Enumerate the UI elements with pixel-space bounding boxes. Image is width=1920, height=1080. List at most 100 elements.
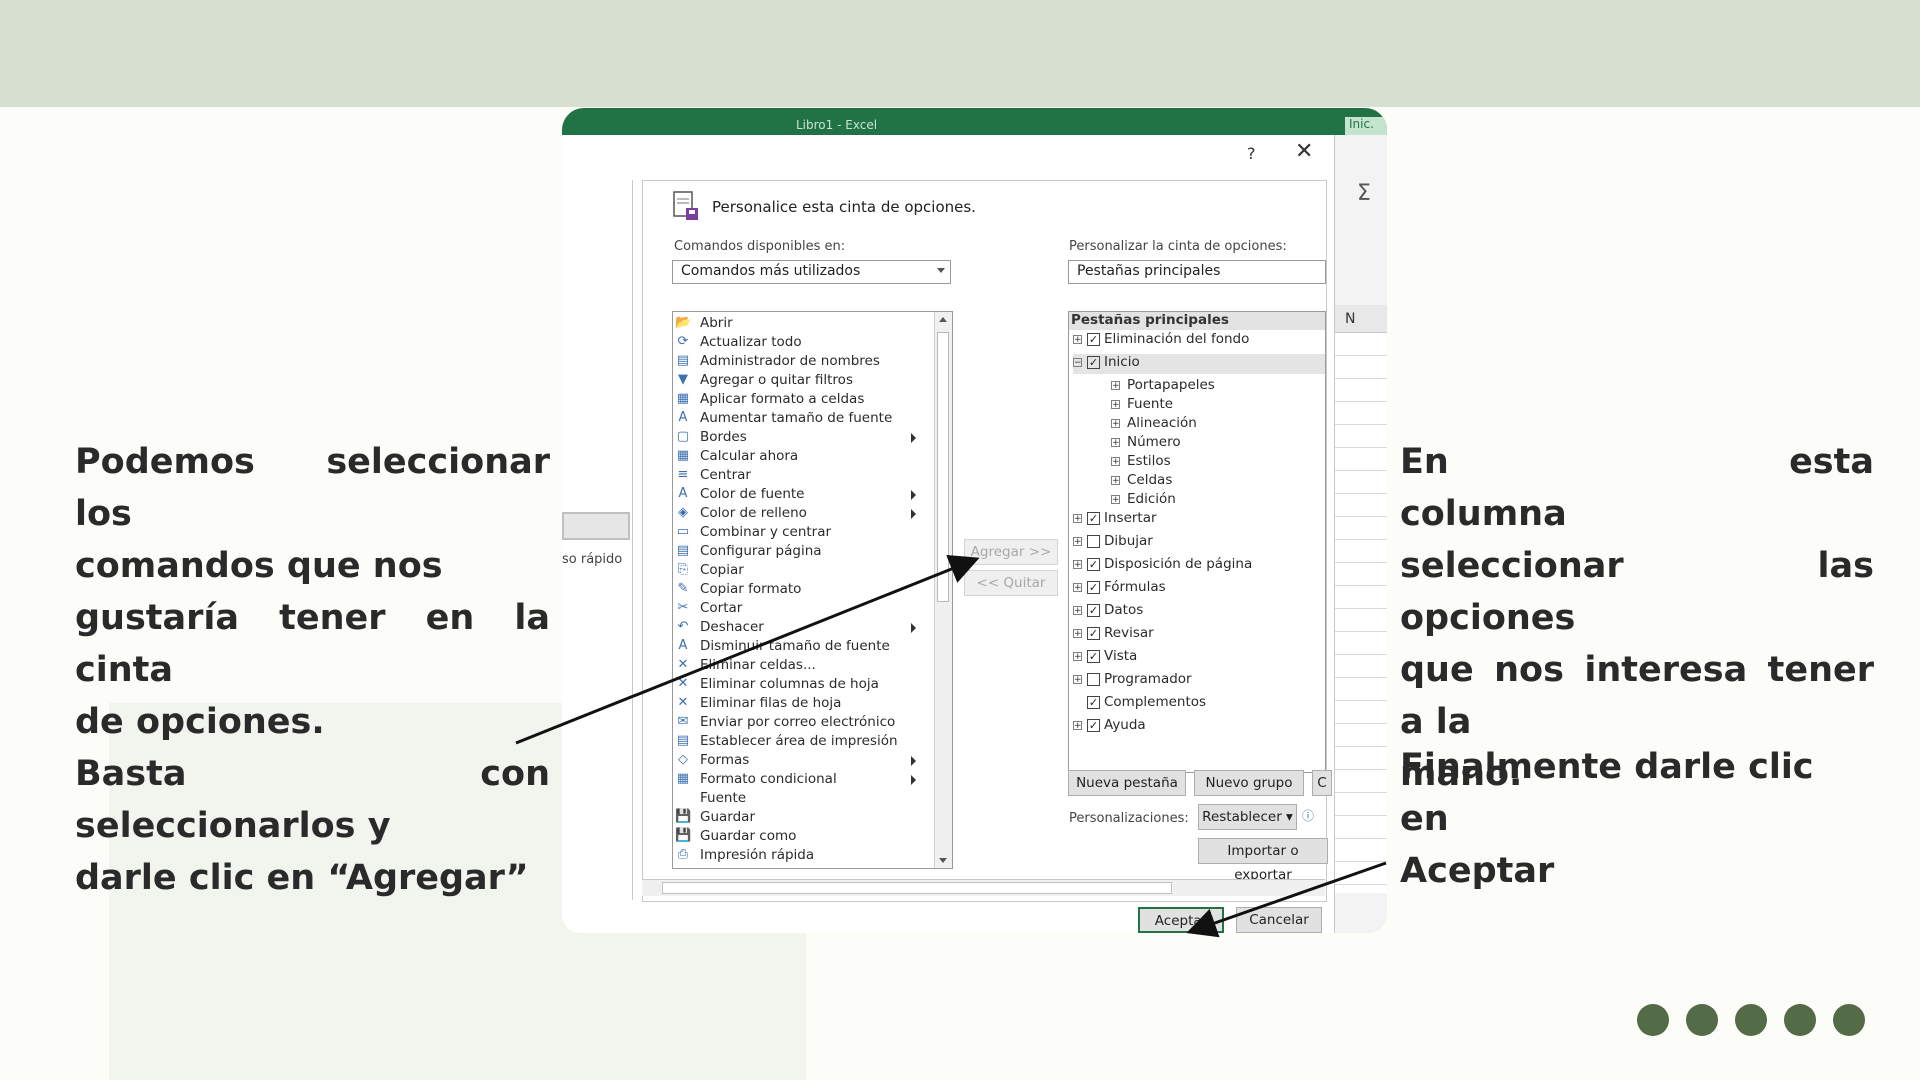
expand-icon[interactable]: + bbox=[1073, 629, 1082, 639]
scroll-down-icon[interactable] bbox=[939, 858, 947, 863]
command-item[interactable]: ✉ Enviar por correo electrónico bbox=[673, 713, 923, 732]
ok-button[interactable]: Aceptar bbox=[1138, 907, 1224, 933]
expand-icon[interactable]: + bbox=[1073, 721, 1082, 731]
tab-inicio-stub[interactable]: Inic. bbox=[1345, 117, 1387, 135]
command-item[interactable]: ⎙ Impresión rápida bbox=[673, 846, 923, 865]
selected-category[interactable] bbox=[562, 512, 630, 540]
command-item[interactable]: ▦ Aplicar formato a celdas bbox=[673, 390, 923, 409]
command-item[interactable]: 📂 Abrir bbox=[673, 314, 923, 333]
page-dot[interactable] bbox=[1637, 1004, 1669, 1036]
remove-button[interactable]: << Quitar bbox=[964, 570, 1058, 596]
tree-group-item[interactable]: + Alineación bbox=[1111, 415, 1325, 435]
ribbon-tabs-dropdown[interactable]: Pestañas principales bbox=[1068, 260, 1326, 284]
command-item[interactable]: ⟳ Actualizar todo bbox=[673, 333, 923, 352]
command-item[interactable]: ↶ Deshacer bbox=[673, 618, 923, 637]
expand-icon[interactable]: + bbox=[1111, 400, 1120, 410]
tab-checkbox[interactable]: ✓ bbox=[1087, 333, 1100, 346]
expand-icon[interactable]: + bbox=[1111, 381, 1120, 391]
command-item[interactable]: ✂ Cortar bbox=[673, 599, 923, 618]
collapse-icon[interactable]: − bbox=[1073, 358, 1082, 368]
tree-group-item[interactable]: + Estilos bbox=[1111, 453, 1325, 473]
scroll-thumb[interactable] bbox=[937, 332, 949, 602]
reset-button[interactable]: Restablecer ▾ bbox=[1198, 804, 1297, 830]
command-item[interactable]: A Disminuir tamaño de fuente bbox=[673, 637, 923, 656]
expand-icon[interactable]: + bbox=[1073, 514, 1082, 524]
tab-checkbox[interactable]: ✓ bbox=[1087, 650, 1100, 663]
command-item[interactable]: 💾 Guardar como bbox=[673, 827, 923, 846]
command-item[interactable]: ▤ Configurar página bbox=[673, 542, 923, 561]
command-item[interactable]: ≡ Centrar bbox=[673, 466, 923, 485]
expand-icon[interactable]: + bbox=[1111, 495, 1120, 505]
command-item[interactable]: ⎘ Copiar bbox=[673, 561, 923, 580]
column-header-n[interactable]: N bbox=[1335, 305, 1387, 333]
dialog-hscroll[interactable] bbox=[642, 879, 1325, 896]
tree-group-item[interactable]: + Número bbox=[1111, 434, 1325, 454]
new-group-button[interactable]: Nuevo grupo bbox=[1194, 770, 1304, 796]
tree-tab-item[interactable]: + ✓ Fórmulas bbox=[1073, 579, 1325, 599]
command-item[interactable]: A Aumentar tamaño de fuente bbox=[673, 409, 923, 428]
command-item[interactable]: ✕ Eliminar filas de hoja bbox=[673, 694, 923, 713]
command-item[interactable]: ◇ Formas bbox=[673, 751, 923, 770]
tab-checkbox[interactable]: ✓ bbox=[1087, 627, 1100, 640]
add-button[interactable]: Agregar >> bbox=[964, 539, 1058, 565]
tab-checkbox[interactable]: ✓ bbox=[1087, 512, 1100, 525]
tree-tab-item[interactable]: + ✓ Eliminación del fondo bbox=[1073, 331, 1325, 351]
tree-group-item[interactable]: + Fuente bbox=[1111, 396, 1325, 416]
expand-icon[interactable]: + bbox=[1111, 457, 1120, 467]
tree-tab-item[interactable]: + ✓ Vista bbox=[1073, 648, 1325, 668]
command-item[interactable]: ▤ Administrador de nombres bbox=[673, 352, 923, 371]
tree-tab-item[interactable]: − ✓ Inicio bbox=[1073, 354, 1325, 374]
tab-checkbox[interactable] bbox=[1087, 673, 1100, 686]
page-dot[interactable] bbox=[1686, 1004, 1718, 1036]
expand-icon[interactable]: + bbox=[1073, 560, 1082, 570]
tree-tab-item[interactable]: + Dibujar bbox=[1073, 533, 1325, 553]
page-dot[interactable] bbox=[1735, 1004, 1767, 1036]
expand-icon[interactable]: + bbox=[1111, 476, 1120, 486]
tab-checkbox[interactable] bbox=[1087, 535, 1100, 548]
tab-checkbox[interactable]: ✓ bbox=[1087, 719, 1100, 732]
commands-listbox[interactable]: ⎙ Impresión rápida 💾 Guardar como 💾 Guardar Fu… bbox=[672, 311, 953, 869]
tree-group-item[interactable]: + Celdas bbox=[1111, 472, 1325, 492]
help-button[interactable]: ? bbox=[1247, 144, 1256, 163]
tree-tab-item[interactable]: + ✓ Insertar bbox=[1073, 510, 1325, 530]
tree-tab-item[interactable]: ✓ Complementos bbox=[1073, 694, 1325, 714]
commands-dropdown[interactable]: Comandos más utilizados bbox=[672, 260, 951, 284]
new-tab-button[interactable]: Nueva pestaña bbox=[1068, 770, 1186, 796]
command-item[interactable]: ▭ Combinar y centrar bbox=[673, 523, 923, 542]
tree-tab-item[interactable]: + Programador bbox=[1073, 671, 1325, 691]
expand-icon[interactable]: + bbox=[1073, 606, 1082, 616]
autosum-icon[interactable]: Σ bbox=[1357, 181, 1371, 206]
cancel-button[interactable]: Cancelar bbox=[1236, 907, 1322, 933]
tree-tab-item[interactable]: + ✓ Datos bbox=[1073, 602, 1325, 622]
tree-group-item[interactable]: + Portapapeles bbox=[1111, 377, 1325, 397]
command-item[interactable]: ▼ Agregar o quitar filtros bbox=[673, 371, 923, 390]
expand-icon[interactable]: + bbox=[1073, 675, 1082, 685]
expand-icon[interactable]: + bbox=[1073, 652, 1082, 662]
tab-checkbox[interactable]: ✓ bbox=[1087, 604, 1100, 617]
command-item[interactable]: 💾 Guardar bbox=[673, 808, 923, 827]
tab-checkbox[interactable]: ✓ bbox=[1087, 356, 1100, 369]
rename-button[interactable]: C bbox=[1312, 770, 1332, 796]
tree-tab-item[interactable]: + ✓ Disposición de página bbox=[1073, 556, 1325, 576]
import-export-button[interactable]: Importar o exportar bbox=[1198, 838, 1328, 883]
command-item[interactable]: ◈ Color de relleno bbox=[673, 504, 923, 523]
tree-tab-item[interactable]: + ✓ Revisar bbox=[1073, 625, 1325, 645]
tab-checkbox[interactable]: ✓ bbox=[1087, 581, 1100, 594]
hscroll-thumb[interactable] bbox=[662, 882, 1172, 894]
expand-icon[interactable]: + bbox=[1111, 438, 1120, 448]
ribbon-tabs-tree[interactable]: Pestañas principales + ✓ Eliminación del f… bbox=[1068, 311, 1326, 773]
tab-checkbox[interactable]: ✓ bbox=[1087, 558, 1100, 571]
worksheet-grid[interactable] bbox=[1335, 333, 1387, 893]
category-stub-label[interactable]: so rápido bbox=[562, 552, 622, 567]
expand-icon[interactable]: + bbox=[1073, 583, 1082, 593]
command-item[interactable]: ▤ Establecer área de impresión bbox=[673, 732, 923, 751]
command-item[interactable]: ✕ Eliminar celdas... bbox=[673, 656, 923, 675]
command-item[interactable]: A Color de fuente bbox=[673, 485, 923, 504]
tree-tab-item[interactable]: + ✓ Ayuda bbox=[1073, 717, 1325, 737]
command-item[interactable]: ▦ Formato condicional bbox=[673, 770, 923, 789]
command-item[interactable]: ✎ Copiar formato bbox=[673, 580, 923, 599]
tab-checkbox[interactable]: ✓ bbox=[1087, 696, 1100, 709]
command-item[interactable]: ▦ Calcular ahora bbox=[673, 447, 923, 466]
expand-icon[interactable]: + bbox=[1073, 537, 1082, 547]
command-item[interactable]: ▢ Bordes bbox=[673, 428, 923, 447]
